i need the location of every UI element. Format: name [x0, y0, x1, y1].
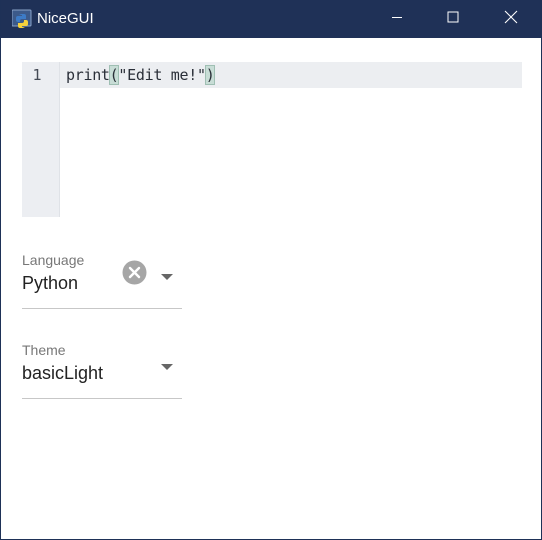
line-number-gutter: 1	[22, 62, 60, 217]
language-value: Python	[22, 273, 79, 293]
code-editor[interactable]: 1 print("Edit me!")	[22, 62, 522, 217]
app-window: NiceGUI 1 print("Edit me!") Language Pyt…	[0, 0, 542, 540]
title-bar[interactable]: NiceGUI	[1, 0, 541, 38]
window-title: NiceGUI	[37, 10, 94, 27]
close-icon	[504, 10, 518, 29]
language-label: Language	[22, 252, 85, 268]
theme-select[interactable]: Theme basicLight	[22, 338, 182, 399]
chevron-down-icon[interactable]	[160, 358, 174, 370]
theme-label: Theme	[22, 342, 66, 358]
chevron-down-icon[interactable]	[160, 268, 174, 280]
minimize-icon	[391, 10, 403, 28]
maximize-icon	[447, 10, 459, 28]
code-string: "Edit me!"	[118, 66, 206, 84]
python-icon	[11, 9, 32, 29]
code-line[interactable]: print("Edit me!")	[66, 65, 216, 85]
text-cursor	[214, 66, 216, 83]
language-select[interactable]: Language Python	[22, 248, 182, 309]
close-paren: )	[204, 65, 216, 85]
minimize-button[interactable]	[374, 0, 420, 38]
line-number: 1	[32, 66, 42, 84]
code-function: print	[66, 66, 110, 84]
clear-circle-icon[interactable]	[122, 260, 147, 285]
maximize-button[interactable]	[430, 0, 476, 38]
close-button[interactable]	[488, 0, 534, 38]
theme-value: basicLight	[22, 363, 104, 383]
